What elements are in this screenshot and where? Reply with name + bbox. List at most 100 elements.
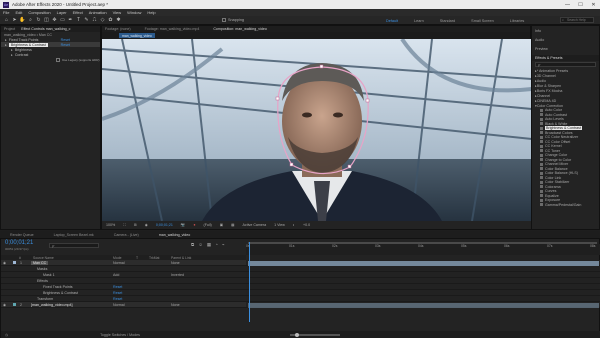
- visibility-icon[interactable]: ◉: [3, 261, 6, 265]
- views-dropdown[interactable]: 1 View: [274, 223, 285, 227]
- workspace-small-screen[interactable]: Small Screen: [463, 19, 502, 23]
- layer-mode[interactable]: Reset: [113, 291, 122, 295]
- label-color-swatch[interactable]: [13, 261, 16, 264]
- layer-name[interactable]: Masks: [37, 267, 47, 271]
- disclosure-triangle-icon[interactable]: ▸: [5, 43, 7, 47]
- fit-icon[interactable]: ⛶: [123, 223, 126, 227]
- tab-footage-none[interactable]: Footage: (none): [105, 27, 131, 31]
- minimize-button[interactable]: —: [561, 0, 574, 9]
- layer-row[interactable]: ◉ 2 [man_walking_video.mp4] Normal None: [1, 302, 246, 308]
- tab-project[interactable]: Project: [4, 27, 15, 31]
- workspace-libraries[interactable]: Libraries: [502, 19, 533, 23]
- brush-tool-icon[interactable]: ✎: [83, 17, 90, 24]
- bottom-tab[interactable]: Laptop_Screen Bezel.mk: [54, 233, 94, 237]
- tab-footage-man-walking[interactable]: Footage: man_walking_video.mp4: [145, 27, 200, 31]
- zoom-tool-icon[interactable]: ⌕: [27, 17, 34, 24]
- bottom-tab[interactable]: man_walking_video: [159, 233, 191, 237]
- layer-name[interactable]: Man CC: [31, 260, 49, 265]
- menu-effect[interactable]: Effect: [73, 10, 83, 15]
- column-header[interactable]: Parent & Link: [171, 256, 191, 260]
- work-area-bar[interactable]: [248, 242, 597, 244]
- panel-info[interactable]: Info: [532, 26, 599, 35]
- zoom-dropdown[interactable]: 100%: [106, 223, 115, 227]
- pan-behind-tool-icon[interactable]: ✥: [51, 17, 58, 24]
- camera-tool-icon[interactable]: ◫: [43, 17, 50, 24]
- search-help-input[interactable]: ⌕ Search Help: [560, 17, 594, 23]
- menu-edit[interactable]: Edit: [15, 10, 22, 15]
- column-header[interactable]: Source Name: [33, 256, 54, 260]
- render-time-icon[interactable]: ◷: [5, 333, 8, 337]
- camera-dropdown[interactable]: Active Camera: [243, 223, 267, 227]
- resolution-dropdown[interactable]: (Full): [204, 223, 212, 227]
- menu-animation[interactable]: Animation: [89, 10, 107, 15]
- menu-window[interactable]: Window: [127, 10, 141, 15]
- zoom-slider[interactable]: [289, 332, 340, 337]
- effect-reset-link[interactable]: Reset: [61, 38, 70, 42]
- exposure-value[interactable]: +0.0: [303, 223, 310, 227]
- visibility-icon[interactable]: ◉: [3, 303, 6, 307]
- layer-name[interactable]: Mask 1: [43, 273, 55, 277]
- layer-name[interactable]: Fixed Track Points: [43, 285, 73, 289]
- panel-audio[interactable]: Audio: [532, 35, 599, 44]
- time-ruler[interactable]: 0s 01s 02s 03s 04s 05s 06s 07s 08s: [246, 244, 600, 255]
- comp-flowchart-icon[interactable]: ⧉: [191, 242, 194, 248]
- bottom-tab[interactable]: Render Queue: [10, 233, 34, 237]
- hand-tool-icon[interactable]: ✋: [19, 17, 26, 24]
- type-tool-icon[interactable]: T: [75, 17, 82, 24]
- maximize-button[interactable]: ☐: [574, 0, 587, 9]
- label-color-swatch[interactable]: [13, 303, 16, 306]
- grid-icon[interactable]: ⊞: [134, 223, 137, 227]
- layer-duration-bar[interactable]: [248, 302, 599, 308]
- layer-parent[interactable]: None: [171, 261, 180, 265]
- close-button[interactable]: ✕: [587, 0, 600, 9]
- workspace-learn[interactable]: Learn: [406, 19, 432, 23]
- shy-layers-icon[interactable]: ☺: [198, 242, 203, 248]
- stamp-tool-icon[interactable]: ⎍: [91, 17, 98, 24]
- layer-name[interactable]: Brightness & Contrast: [43, 291, 78, 295]
- layer-mode[interactable]: Normal: [113, 261, 125, 265]
- column-header[interactable]: T: [136, 256, 138, 260]
- menu-layer[interactable]: Layer: [57, 10, 67, 15]
- effect-item[interactable]: Gamma/Pedestal/Gain: [532, 203, 599, 208]
- layer-search-input[interactable]: ρ·: [49, 243, 99, 248]
- disclosure-triangle-icon[interactable]: ▸: [11, 53, 13, 57]
- viewer-timecode[interactable]: 0;00;01;21: [156, 223, 173, 227]
- menu-help[interactable]: Help: [147, 10, 155, 15]
- snapping-checkbox[interactable]: [222, 18, 226, 22]
- workspace-default[interactable]: Default: [378, 19, 406, 23]
- roi-icon[interactable]: ▣: [220, 223, 223, 227]
- layer-parent[interactable]: Inverted: [171, 273, 184, 277]
- toggle-modes-button[interactable]: Toggle Switches / Modes: [100, 333, 140, 337]
- home-icon[interactable]: ⌂: [3, 17, 10, 24]
- disclosure-triangle-icon[interactable]: ▸: [11, 48, 13, 52]
- tab-effect-controls[interactable]: Effect Controls man_walking_c: [21, 27, 70, 31]
- layer-mode[interactable]: Normal: [113, 303, 125, 307]
- legacy-option[interactable]: Use Legacy (supports HDR): [1, 57, 100, 62]
- motion-blur-icon[interactable]: ◔: [215, 242, 218, 248]
- column-header[interactable]: #: [19, 256, 21, 260]
- color-channel-icon[interactable]: ●: [193, 223, 195, 227]
- layer-name[interactable]: [man_walking_video.mp4]: [31, 303, 73, 307]
- column-header[interactable]: Mode: [113, 256, 121, 260]
- rotate-tool-icon[interactable]: ↻: [35, 17, 42, 24]
- graph-editor-icon[interactable]: ⌁: [222, 242, 225, 248]
- bottom-tab[interactable]: Camera - (Live): [114, 233, 139, 237]
- layer-duration-bar[interactable]: [248, 260, 599, 266]
- timeline-timecode[interactable]: 0;00;01;21: [5, 240, 33, 246]
- layer-mode[interactable]: Reset: [113, 285, 122, 289]
- layer-mode[interactable]: Reset: [113, 297, 122, 301]
- column-header[interactable]: TrkMat: [149, 256, 159, 260]
- effect-reset-link[interactable]: Reset: [61, 43, 70, 47]
- rectangle-tool-icon[interactable]: ▭: [59, 17, 66, 24]
- pen-tool-icon[interactable]: ✒: [67, 17, 74, 24]
- tab-composition[interactable]: Composition: man_walking_video: [213, 27, 267, 31]
- transparency-icon[interactable]: ▩: [231, 223, 234, 227]
- menu-composition[interactable]: Composition: [28, 10, 50, 15]
- layer-name[interactable]: Effects: [37, 279, 48, 283]
- eraser-tool-icon[interactable]: ◇: [99, 17, 106, 24]
- frame-blending-icon[interactable]: ▦: [207, 242, 211, 248]
- exposure-icon[interactable]: ◐: [293, 223, 295, 227]
- layer-mode[interactable]: Add: [113, 273, 119, 277]
- composition-canvas[interactable]: [102, 39, 532, 221]
- puppet-tool-icon[interactable]: ✱: [115, 17, 122, 24]
